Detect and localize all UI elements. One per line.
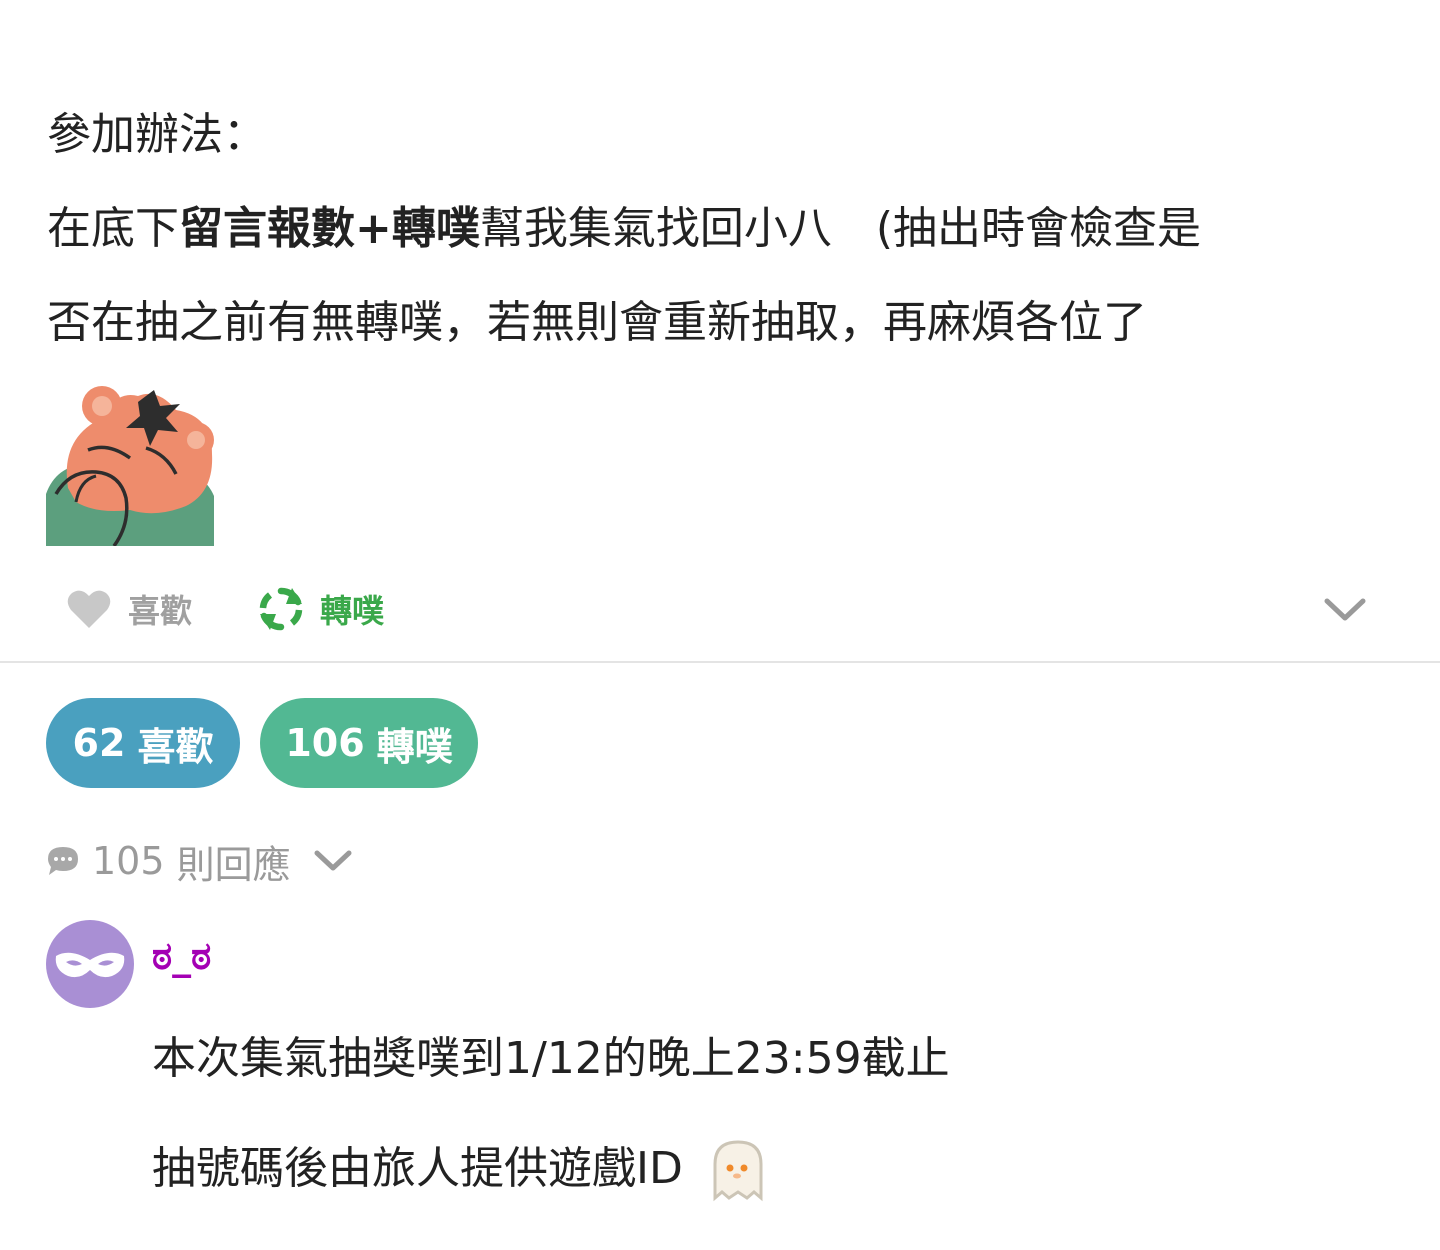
post-text: 在底下 [47, 203, 179, 254]
responses-toggle[interactable]: 105 則回應 [46, 834, 353, 888]
comment-text: 本次集氣抽獎噗到1/12的晚上23:59截止 抽號碼後由旅人提供遊戲ID [152, 1004, 1352, 1224]
comment-line: 抽號碼後由旅人提供遊戲ID [152, 1114, 1352, 1224]
post-heading: 參加辦法： [47, 109, 267, 160]
ghost-icon [713, 1140, 763, 1202]
post-line: 在底下留言報數+轉噗幫我集氣找回小八 (抽出時會檢查是 [47, 182, 1387, 276]
responses-count: 105 [92, 839, 165, 883]
mask-icon [55, 952, 125, 978]
chevron-down-icon [314, 850, 352, 871]
heart-icon [67, 590, 111, 628]
post-line: 否在抽之前有無轉噗，若無則會重新抽取，再麻煩各位了 [47, 297, 1147, 348]
comment-line-text: 抽號碼後由旅人提供遊戲ID [152, 1143, 683, 1194]
post-text: 幫我集氣找回小八 (抽出時會檢查是 [479, 203, 1202, 254]
replurks-label: 轉噗 [376, 724, 453, 769]
post-content: 參加辦法： 在底下留言報數+轉噗幫我集氣找回小八 (抽出時會檢查是 否在抽之前有… [47, 88, 1387, 370]
replurk-label: 轉噗 [320, 592, 385, 630]
replurks-count-button[interactable]: 106 轉噗 [260, 698, 478, 788]
speech-bubble-icon [48, 847, 78, 875]
likes-label: 喜歡 [137, 724, 214, 769]
likes-count: 62 [72, 721, 126, 765]
replurks-count: 106 [285, 721, 365, 765]
like-label: 喜歡 [128, 592, 193, 630]
likes-count-button[interactable]: 62 喜歡 [46, 698, 240, 788]
cropped-top-fragment [150, 0, 290, 6]
like-button[interactable]: 喜歡 [66, 586, 192, 632]
bear-sticker-image [46, 386, 214, 546]
post-bold-text: 留言報數+轉噗 [179, 203, 480, 254]
chevron-down-icon[interactable] [1322, 594, 1368, 624]
divider [0, 661, 1440, 663]
comment-line: 本次集氣抽獎噗到1/12的晚上23:59截止 [152, 1033, 950, 1084]
avatar[interactable] [46, 920, 134, 1008]
refresh-icon [259, 587, 303, 631]
comment-username[interactable]: ಠ_ಠ [152, 934, 211, 979]
responses-label: 則回應 [176, 842, 291, 887]
replurk-button[interactable]: 轉噗 [258, 586, 384, 632]
post-action-bar: 喜歡 轉噗 [0, 580, 1440, 650]
